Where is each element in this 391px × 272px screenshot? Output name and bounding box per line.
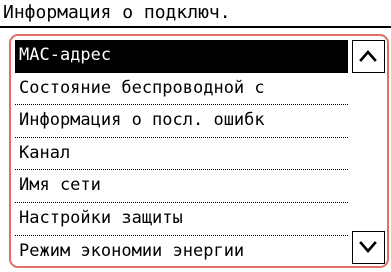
screen-title: Информация о подключ.	[0, 0, 391, 28]
menu-item-wireless-status[interactable]: Состояние беспроводной с	[15, 73, 348, 106]
chevron-down-icon	[359, 241, 377, 253]
scroll-down-button[interactable]	[352, 231, 385, 264]
menu-item-network-name[interactable]: Имя сети	[15, 170, 348, 203]
settings-list-panel: МАС-адрес Состояние беспроводной с Инфор…	[9, 34, 389, 268]
scroll-up-button[interactable]	[352, 40, 385, 73]
menu-item-mac-address[interactable]: МАС-адрес	[15, 40, 348, 73]
menu-item-channel[interactable]: Канал	[15, 138, 348, 171]
menu-item-security-settings[interactable]: Настройки защиты	[15, 203, 348, 236]
scrollbar	[352, 40, 385, 264]
menu-item-last-error-info[interactable]: Информация о посл. ошибк	[15, 105, 348, 138]
settings-menu-list: МАС-адрес Состояние беспроводной с Инфор…	[15, 40, 348, 266]
menu-item-power-save-mode[interactable]: Режим экономии энергии	[15, 236, 348, 266]
chevron-up-icon	[359, 50, 377, 62]
